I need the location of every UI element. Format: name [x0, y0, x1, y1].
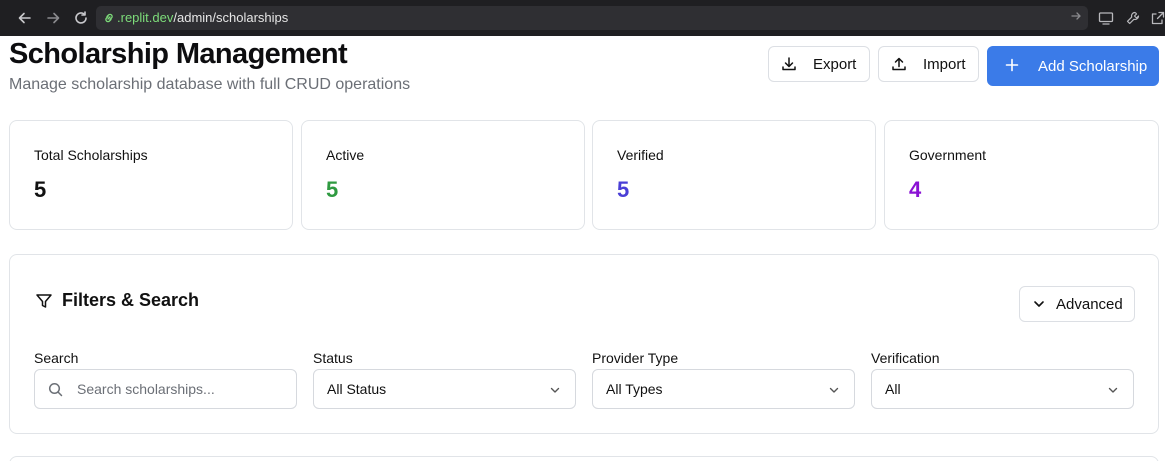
filter-icon	[35, 292, 53, 310]
devices-icon[interactable]	[1098, 10, 1114, 26]
verification-select[interactable]: All	[871, 369, 1134, 409]
export-label: Export	[813, 55, 857, 73]
reload-icon[interactable]	[72, 9, 90, 27]
chevron-down-icon	[549, 383, 561, 395]
search-icon	[48, 382, 63, 397]
url-text: .replit.dev/admin/scholarships	[117, 10, 288, 26]
export-button[interactable]: Export	[768, 46, 870, 82]
url-path: /admin/scholarships	[173, 10, 289, 25]
stat-value: 5	[326, 177, 339, 202]
import-label: Import	[923, 55, 966, 73]
provider-type-value: All Types	[606, 381, 663, 397]
address-bar[interactable]: .replit.dev/admin/scholarships	[96, 6, 1088, 30]
url-host: .replit.dev	[117, 10, 174, 25]
chevron-down-icon	[1107, 383, 1119, 395]
stat-label: Total Scholarships	[34, 147, 148, 163]
upload-icon	[891, 56, 907, 72]
stat-value: 5	[617, 177, 630, 202]
chevron-down-icon	[1032, 297, 1046, 311]
go-arrow-icon[interactable]	[1070, 10, 1082, 25]
wrench-icon[interactable]	[1125, 10, 1141, 26]
stat-value: 5	[34, 177, 47, 202]
link-icon	[102, 11, 116, 25]
back-icon[interactable]	[16, 9, 34, 27]
stat-label: Verified	[617, 147, 664, 163]
scholarship-list-card	[9, 456, 1159, 461]
advanced-button[interactable]: Advanced	[1019, 286, 1135, 322]
page: Scholarship Management Manage scholarshi…	[0, 36, 1165, 461]
stat-value: 4	[909, 177, 922, 202]
open-external-icon[interactable]	[1150, 10, 1165, 26]
page-subtitle: Manage scholarship database with full CR…	[9, 76, 411, 93]
add-scholarship-label: Add Scholarship	[1038, 57, 1148, 75]
forward-icon[interactable]	[44, 9, 62, 27]
stat-card-active: Active 5	[301, 120, 585, 230]
page-title: Scholarship Management	[9, 38, 348, 70]
provider-type-select[interactable]: All Types	[592, 369, 855, 409]
search-label: Search	[34, 350, 79, 366]
add-scholarship-button[interactable]: Add Scholarship	[987, 46, 1159, 86]
status-select[interactable]: All Status	[313, 369, 576, 409]
chevron-down-icon	[828, 383, 840, 395]
filters-card: Filters & Search Advanced Search Status …	[9, 254, 1159, 434]
search-field[interactable]	[34, 369, 297, 409]
stat-card-government: Government 4	[884, 120, 1159, 230]
provider-type-label: Provider Type	[592, 350, 679, 366]
status-label: Status	[313, 350, 353, 366]
download-icon	[781, 56, 797, 72]
plus-icon	[1005, 58, 1021, 74]
page-content: Scholarship Management Manage scholarshi…	[0, 36, 1165, 461]
stat-card-total: Total Scholarships 5	[9, 120, 293, 230]
import-button[interactable]: Import	[878, 46, 979, 82]
browser-toolbar: .replit.dev/admin/scholarships	[0, 0, 1165, 36]
verification-label: Verification	[871, 350, 940, 366]
stat-card-verified: Verified 5	[592, 120, 876, 230]
status-value: All Status	[327, 381, 387, 397]
search-input[interactable]	[77, 381, 277, 397]
advanced-label: Advanced	[1056, 295, 1123, 313]
stat-label: Government	[909, 147, 987, 163]
verification-value: All	[885, 381, 901, 397]
filters-title: Filters & Search	[62, 290, 200, 310]
stat-label: Active	[326, 147, 365, 163]
